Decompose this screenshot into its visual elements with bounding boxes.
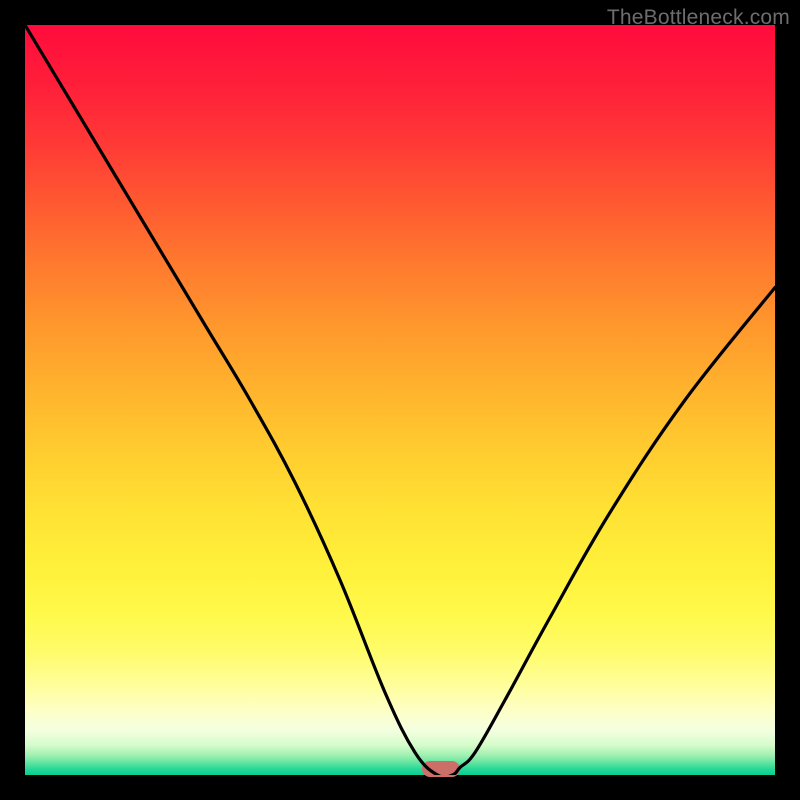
optimal-point-marker (422, 761, 460, 777)
bottleneck-curve (25, 25, 775, 775)
curve-path (25, 25, 775, 775)
chart-stage: TheBottleneck.com (0, 0, 800, 800)
watermark-text: TheBottleneck.com (607, 6, 790, 30)
gradient-plot-area (25, 25, 775, 775)
